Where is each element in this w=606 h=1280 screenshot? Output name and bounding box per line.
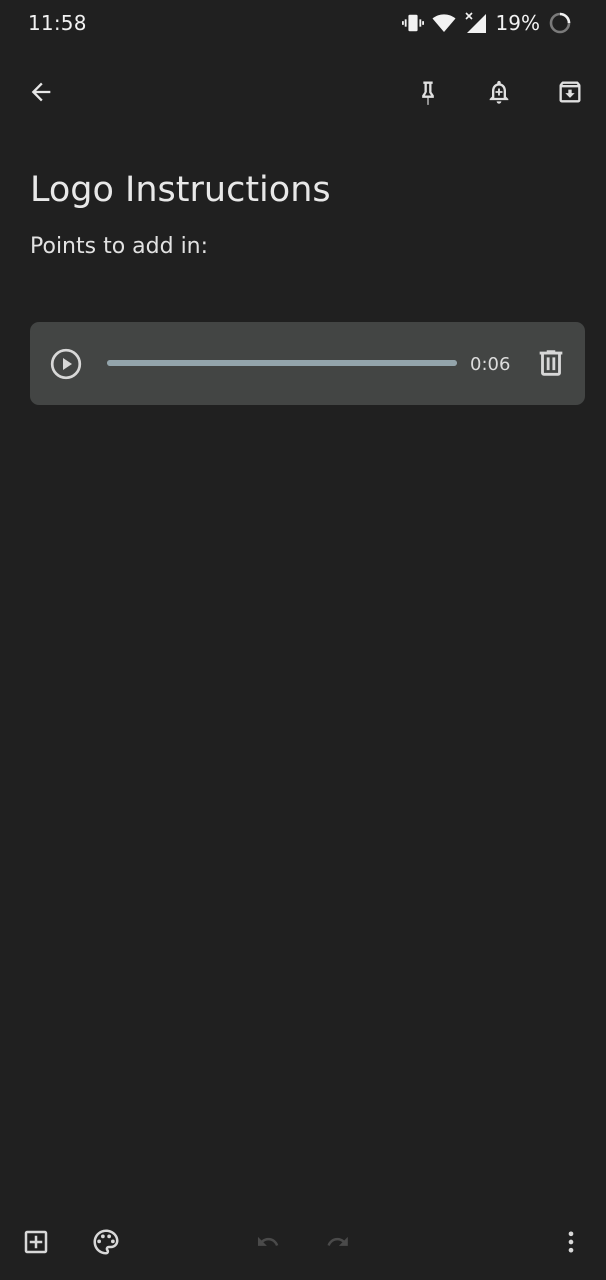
status-icons: 19% [401,10,572,36]
play-icon [48,348,84,386]
reminder-bell-icon [485,78,513,106]
more-vert-icon [557,1228,585,1261]
delete-recording-button[interactable] [534,346,568,380]
delete-icon [534,350,568,384]
status-bar: 11:58 19% [0,0,606,46]
add-box-icon [21,1227,51,1262]
audio-recording: 0:06 [30,322,585,405]
play-button[interactable] [48,346,84,382]
more-options-button[interactable] [549,1222,593,1266]
background-options-button[interactable] [84,1222,128,1266]
archive-button[interactable] [546,68,594,116]
signal-icon [464,12,488,34]
undo-button[interactable] [246,1222,290,1266]
status-time: 11:58 [28,11,87,35]
reminder-button[interactable] [475,68,523,116]
archive-icon [556,78,584,106]
battery-saver-icon [548,11,572,35]
redo-button[interactable] [316,1222,360,1266]
back-button[interactable] [17,68,65,116]
undo-icon [254,1228,282,1261]
wifi-icon [432,12,456,34]
palette-icon [91,1227,121,1262]
battery-percent: 19% [495,11,540,35]
add-content-button[interactable] [14,1222,58,1266]
note-title[interactable]: Logo Instructions [30,170,331,210]
pin-icon [414,78,442,106]
audio-progress-fill [107,360,457,366]
pin-button[interactable] [404,68,452,116]
audio-duration: 0:06 [470,354,511,375]
note-toolbar [0,56,606,128]
vibrate-icon [401,12,424,34]
bottom-toolbar [0,1210,606,1280]
note-body[interactable]: Points to add in: [30,234,208,259]
redo-icon [324,1228,352,1261]
back-arrow-icon [27,78,55,106]
audio-progress-bar[interactable] [107,360,457,366]
